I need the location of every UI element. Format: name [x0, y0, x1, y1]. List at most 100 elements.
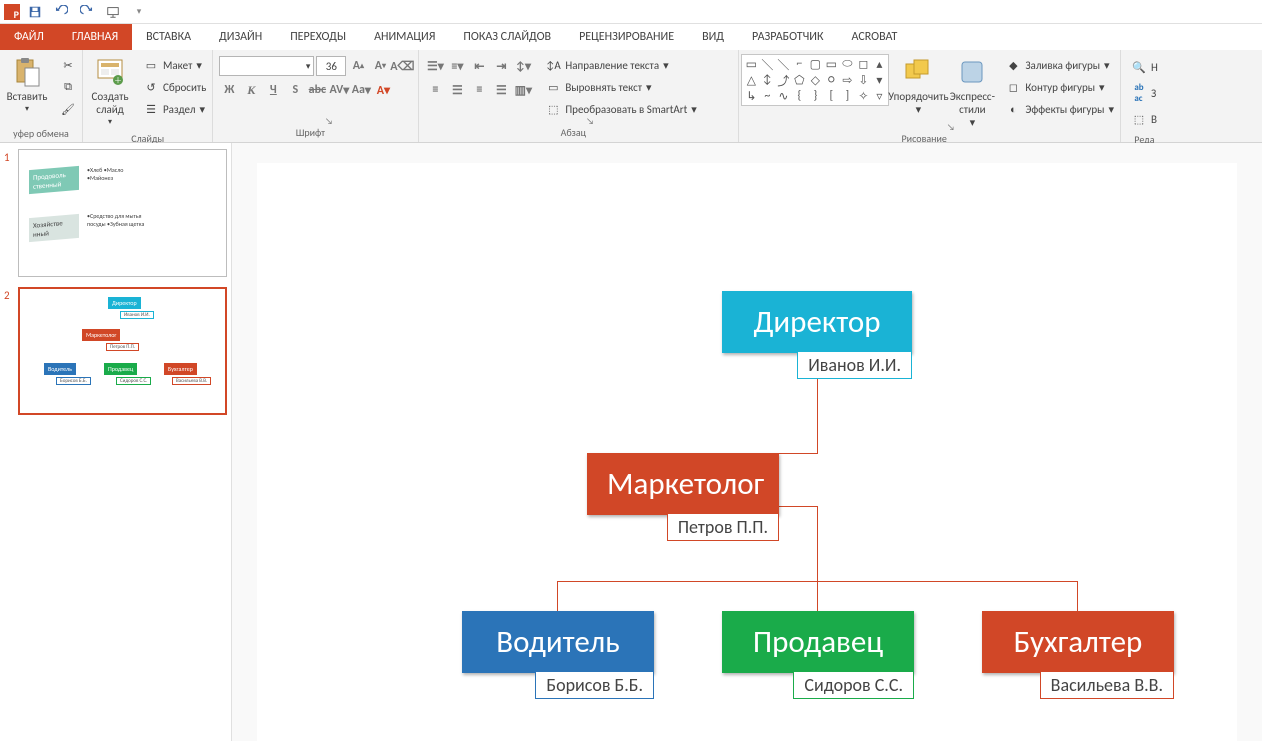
save-button[interactable]	[24, 1, 46, 23]
align-center-button[interactable]: ☰	[447, 80, 467, 100]
shape-icon[interactable]: [	[824, 89, 838, 103]
underline-button[interactable]: Ч	[263, 80, 283, 100]
shape-icon[interactable]: ~	[760, 89, 774, 103]
tab-slideshow[interactable]: ПОКАЗ СЛАЙДОВ	[449, 24, 565, 50]
dialog-launcher-icon[interactable]: ↘	[947, 122, 958, 133]
shape-icon[interactable]: ◻	[856, 57, 870, 71]
slide-canvas[interactable]: Директор Иванов И.И. Маркетолог Петров П…	[257, 163, 1237, 741]
char-spacing-button[interactable]: AV▾	[329, 80, 349, 100]
select-button[interactable]: ⬚В	[1127, 108, 1161, 130]
font-family-combo[interactable]: ▾	[219, 56, 314, 76]
format-painter-button[interactable]: 🖌	[56, 98, 80, 120]
shape-icon[interactable]: ↕	[760, 73, 774, 87]
increase-font-button[interactable]: A▴	[348, 56, 368, 76]
shape-icon[interactable]: △	[744, 73, 758, 87]
tab-transitions[interactable]: ПЕРЕХОДЫ	[276, 24, 360, 50]
shape-icon[interactable]: ]	[840, 89, 854, 103]
find-button[interactable]: 🔍Н	[1127, 56, 1162, 78]
qat-dropdown-icon[interactable]: ▾	[128, 1, 150, 23]
dialog-launcher-icon[interactable]: ↘	[325, 116, 336, 127]
shape-icon[interactable]: ○	[824, 73, 838, 87]
strike-button[interactable]: abc	[307, 80, 327, 100]
shape-icon[interactable]: ＼	[776, 57, 790, 71]
cut-button[interactable]: ✂	[56, 54, 80, 76]
bold-button[interactable]: Ж	[219, 80, 239, 100]
org-node-accountant[interactable]: Бухгалтер Васильева В.В.	[982, 611, 1174, 699]
decrease-font-button[interactable]: A▾	[370, 56, 390, 76]
tab-acrobat[interactable]: ACROBAT	[838, 24, 912, 50]
arrange-button[interactable]: Упорядочить▾	[893, 54, 943, 118]
redo-button[interactable]	[76, 1, 98, 23]
font-size-combo[interactable]: 36	[316, 56, 346, 76]
shape-scroll-up-icon[interactable]: ▴	[872, 57, 886, 71]
shape-effects-button[interactable]: ◐Эффекты фигуры ▾	[1001, 98, 1118, 120]
columns-button[interactable]: ▥▾	[513, 80, 533, 100]
undo-button[interactable]	[50, 1, 72, 23]
decrease-indent-button[interactable]: ⇤	[469, 56, 489, 76]
italic-button[interactable]: К	[241, 80, 261, 100]
tab-file[interactable]: ФАЙЛ	[0, 24, 58, 50]
section-button[interactable]: ☰Раздел ▾	[139, 98, 210, 120]
slide-editor[interactable]: Директор Иванов И.И. Маркетолог Петров П…	[232, 143, 1262, 741]
paste-button[interactable]: Вставить ▾	[2, 54, 52, 118]
reset-button[interactable]: ↺Сбросить	[139, 76, 210, 98]
dialog-launcher-icon[interactable]: ↘	[586, 116, 597, 127]
line-spacing-button[interactable]: ↕▾	[513, 56, 533, 76]
align-left-button[interactable]: ≡	[425, 80, 445, 100]
clear-format-button[interactable]: A⌫	[392, 56, 412, 76]
quick-styles-button[interactable]: Экспресс-стили▾	[947, 54, 997, 131]
shape-outline-button[interactable]: ◻Контур фигуры ▾	[1001, 76, 1118, 98]
convert-smartart-button[interactable]: ⬚Преобразовать в SmartArt ▾	[541, 98, 700, 120]
shape-icon[interactable]: ▭	[824, 57, 838, 71]
shape-icon[interactable]: ⬭	[840, 57, 854, 71]
new-slide-button[interactable]: ＋ Создать слайд ▾	[85, 54, 135, 131]
shape-scroll-down-icon[interactable]: ▾	[872, 73, 886, 87]
tab-review[interactable]: РЕЦЕНЗИРОВАНИЕ	[565, 24, 688, 50]
justify-button[interactable]: ☰	[491, 80, 511, 100]
shape-icon[interactable]: ↳	[744, 89, 758, 103]
org-node-driver[interactable]: Водитель Борисов Б.Б.	[462, 611, 654, 699]
start-slideshow-button[interactable]	[102, 1, 124, 23]
shape-icon[interactable]: ⇨	[840, 73, 854, 87]
numbering-button[interactable]: ≡▾	[447, 56, 467, 76]
shape-icon[interactable]: }	[808, 89, 822, 103]
org-node-seller[interactable]: Продавец Сидоров С.С.	[722, 611, 914, 699]
tab-home[interactable]: ГЛАВНАЯ	[58, 24, 132, 50]
shape-icon[interactable]: ⇩	[856, 73, 870, 87]
bullets-button[interactable]: ☰▾	[425, 56, 445, 76]
shadow-button[interactable]: S	[285, 80, 305, 100]
layout-button[interactable]: ▭Макет ▾	[139, 54, 210, 76]
shape-icon[interactable]: ⌐	[792, 57, 806, 71]
align-text-button[interactable]: ▭Выровнять текст ▾	[541, 76, 700, 98]
shape-icon[interactable]: ▭	[744, 57, 758, 71]
shape-icon[interactable]: {	[792, 89, 806, 103]
thumbnail-panel[interactable]: 1 Продоволь ственный •Хлеб •Масло •Майон…	[0, 143, 232, 741]
replace-button[interactable]: abacЗ	[1127, 82, 1160, 104]
org-node-director[interactable]: Директор Иванов И.И.	[722, 291, 912, 379]
tab-animation[interactable]: АНИМАЦИЯ	[360, 24, 449, 50]
copy-button[interactable]: ⧉	[56, 76, 80, 98]
align-right-button[interactable]: ≡	[469, 80, 489, 100]
tab-insert[interactable]: ВСТАВКА	[132, 24, 205, 50]
shape-more-icon[interactable]: ▿	[872, 89, 886, 103]
shape-icon[interactable]: ⬠	[792, 73, 806, 87]
shape-icon[interactable]: ∿	[776, 89, 790, 103]
shape-icon[interactable]: ✧	[856, 89, 870, 103]
shapes-gallery[interactable]: ▭＼＼⌐▢▭⬭◻▴ △↕⤴⬠◇○⇨⇩▾ ↳~∿{}[]✧▿	[741, 54, 889, 106]
shape-icon[interactable]: ◇	[808, 73, 822, 87]
increase-indent-button[interactable]: ⇥	[491, 56, 511, 76]
tab-design[interactable]: ДИЗАЙН	[205, 24, 276, 50]
thumbnail-2[interactable]: 2 Директор Иванов И.И. Маркетолог Петров…	[4, 287, 227, 415]
org-person: Иванов И.И.	[797, 351, 912, 379]
change-case-button[interactable]: Aa▾	[351, 80, 371, 100]
thumbnail-1[interactable]: 1 Продоволь ственный •Хлеб •Масло •Майон…	[4, 149, 227, 277]
tab-developer[interactable]: РАЗРАБОТЧИК	[738, 24, 837, 50]
shape-icon[interactable]: ＼	[760, 57, 774, 71]
shape-fill-button[interactable]: ◆Заливка фигуры ▾	[1001, 54, 1118, 76]
text-direction-button[interactable]: ↕AНаправление текста ▾	[541, 54, 700, 76]
org-node-marketer[interactable]: Маркетолог Петров П.П.	[587, 453, 779, 541]
shape-icon[interactable]: ▢	[808, 57, 822, 71]
tab-view[interactable]: ВИД	[688, 24, 738, 50]
shape-icon[interactable]: ⤴	[776, 73, 790, 87]
font-color-button[interactable]: A▾	[373, 80, 393, 100]
